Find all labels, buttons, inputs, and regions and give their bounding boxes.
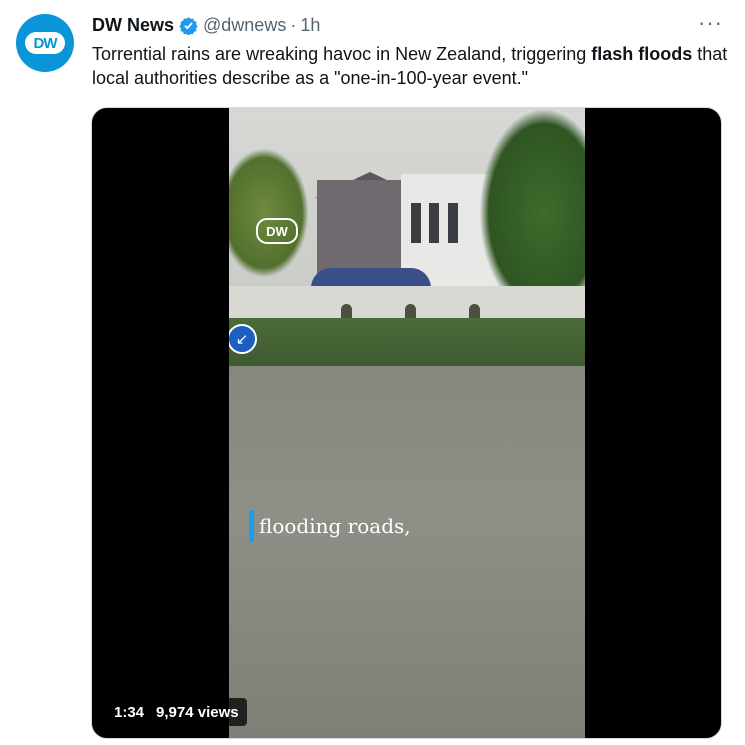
video-watermark: DW [256, 218, 298, 244]
video-hedge [229, 318, 585, 368]
verified-badge-icon [179, 16, 198, 35]
tweet-header: DW News @dwnews · 1h [92, 15, 320, 36]
video-window [429, 203, 439, 243]
author-handle[interactable]: @dwnews [203, 15, 286, 36]
tweet-text: Torrential rains are wreaking havoc in N… [92, 42, 732, 90]
tweet-text-bold: flash floods [591, 44, 693, 64]
timestamp[interactable]: 1h [300, 15, 320, 36]
caption-text: flooding roads, [259, 514, 411, 538]
avatar-logo: DW [25, 32, 65, 54]
more-options-icon[interactable]: ··· [698, 12, 723, 34]
video-duration: 1:34 [114, 703, 145, 721]
caption-bar [249, 510, 254, 542]
avatar[interactable]: DW [16, 14, 74, 72]
video-frame[interactable]: ↙ DW flooding roads, [229, 108, 585, 738]
video-window [448, 203, 458, 243]
video-views: 9,974 views [156, 703, 239, 721]
video-tarp [311, 268, 431, 288]
video-player[interactable]: ↙ DW flooding roads, 1:34 9,974 views [91, 107, 722, 739]
tweet-text-part1: Torrential rains are wreaking havoc in N… [92, 44, 592, 64]
video-window [411, 203, 421, 243]
video-caption: flooding roads, [249, 510, 411, 542]
author-name[interactable]: DW News [92, 15, 174, 36]
separator: · [290, 15, 297, 35]
video-floodwater [229, 366, 585, 738]
video-stats-badge: 1:34 9,974 views [106, 698, 247, 726]
